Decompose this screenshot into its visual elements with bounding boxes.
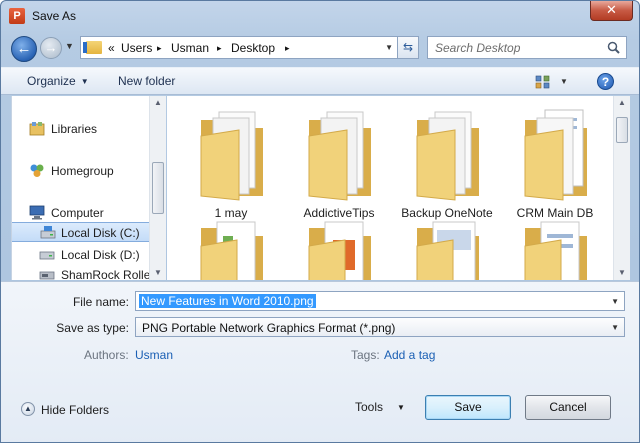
computer-icon [29,205,45,220]
title-bar: P Save As ✕ [1,1,639,31]
authors-value[interactable]: Usman [135,348,173,362]
tools-button[interactable]: Tools ▼ [355,400,405,414]
nav-item-computer[interactable]: Computer [12,203,152,223]
help-icon[interactable]: ? [597,73,614,90]
nav-item-label: Local Disk (C:) [61,226,140,240]
chevron-down-icon[interactable]: ▼ [611,297,619,306]
powerpoint-app-icon: P [9,8,25,24]
file-name-input[interactable]: New Features in Word 2010.png ▼ [135,291,625,311]
save-as-type-label: Save as type: [56,321,129,335]
folder-icon [416,221,479,280]
organize-label: Organize [27,74,76,88]
drive-c-icon [40,226,56,239]
file-list: 1 may AddictiveTips Backup OneNote CRM M… [167,96,613,280]
folder-item-1-may[interactable]: 1 may [179,100,283,228]
address-segment-users[interactable]: Users [121,41,152,55]
chevron-down-icon[interactable]: ▼ [611,323,619,332]
file-name-value[interactable]: New Features in Word 2010.png [139,294,316,308]
refresh-button[interactable]: ⇆ [397,36,419,59]
nav-item-label: Libraries [51,122,98,136]
navigation-pane: Libraries Homegroup Computer Local Disk … [11,96,166,280]
nav-item-label: Computer [51,206,104,220]
save-as-type-value: PNG Portable Network Graphics Format (*.… [142,321,396,335]
chevron-right-icon[interactable]: ▸ [285,43,290,54]
homegroup-icon [30,164,44,177]
address-segment-usman[interactable]: Usman [171,41,209,55]
folder-item[interactable] [287,216,391,280]
search-placeholder: Search Desktop [435,41,521,55]
new-folder-button[interactable]: New folder [118,74,175,88]
address-overflow[interactable]: « [108,41,115,55]
scroll-up-icon[interactable]: ▲ [154,98,162,107]
folder-icon [416,111,479,201]
folder-item[interactable] [503,216,607,280]
nav-item-homegroup[interactable]: Homegroup [12,161,152,181]
authors-label: Authors: [84,348,129,362]
scroll-down-icon[interactable]: ▼ [618,268,626,277]
folder-item-addictivetips[interactable]: AddictiveTips [287,100,391,228]
forward-arrow-icon: → [44,40,58,55]
change-view-icon[interactable] [535,75,550,89]
nav-item-shamrock-roller[interactable]: ShamRock Roller [12,265,155,280]
search-box[interactable]: Search Desktop [427,36,627,59]
libraries-icon [29,122,45,136]
address-bar[interactable]: « Users ▸ Usman ▸ Desktop ▸ ▼ [80,36,418,59]
hide-folders-label: Hide Folders [41,403,110,417]
address-history-dropdown[interactable]: ▼ [385,43,393,52]
back-arrow-icon: ← [16,40,32,57]
chevron-down-icon: ▼ [80,77,89,86]
folder-icon [308,221,371,280]
save-button[interactable]: Save [425,395,511,420]
recent-pages-dropdown[interactable]: ▼ [65,41,74,51]
nav-item-local-disk-c[interactable]: Local Disk (C:) [12,222,153,242]
nav-item-local-disk-d[interactable]: Local Disk (D:) [12,245,152,265]
chevron-down-icon: ▼ [397,403,405,412]
nav-item-label: Local Disk (D:) [61,248,140,262]
folder-icon [524,109,587,201]
folder-item[interactable] [395,216,499,280]
chevron-up-icon: ▲ [21,402,35,416]
folder-icon [524,221,587,280]
scroll-down-icon[interactable]: ▼ [154,268,162,277]
folder-item-crm-main-db[interactable]: CRM Main DB [503,100,607,228]
tags-label: Tags: [351,348,380,362]
organize-button[interactable]: Organize ▼ [27,74,89,88]
folder-icon [200,221,263,280]
tools-label: Tools [355,400,384,414]
close-button[interactable]: ✕ [590,1,633,21]
forward-button[interactable]: → [40,37,62,59]
refresh-icon: ⇆ [402,40,414,54]
nav-item-label: ShamRock Roller [61,268,155,280]
scrollbar-thumb[interactable] [152,162,164,214]
removable-drive-icon [39,271,55,280]
scroll-up-icon[interactable]: ▲ [618,98,626,107]
folder-icon [308,111,371,201]
folder-icon [83,41,102,54]
address-segment-desktop[interactable]: Desktop [231,41,275,55]
cancel-button[interactable]: Cancel [525,395,611,420]
folder-icon [200,111,263,201]
folder-item[interactable] [179,216,283,280]
drive-d-icon [39,251,55,260]
nav-item-libraries[interactable]: Libraries [12,119,152,139]
file-name-label: File name: [72,295,129,309]
chevron-right-icon[interactable]: ▸ [217,43,222,54]
window-title: Save As [32,9,77,23]
scrollbar-thumb[interactable] [616,117,628,143]
close-icon: ✕ [606,2,617,17]
command-bar: Organize ▼ New folder ▼ ? [1,67,639,95]
add-tag-link[interactable]: Add a tag [384,348,435,362]
save-as-type-select[interactable]: PNG Portable Network Graphics Format (*.… [135,317,625,337]
search-icon[interactable] [607,41,620,54]
folder-item-backup-onenote[interactable]: Backup OneNote [395,100,499,228]
chevron-right-icon[interactable]: ▸ [157,43,162,54]
save-as-dialog: P Save As ✕ ← → ▼ « Users ▸ Usman ▸ Desk… [0,0,640,443]
back-button[interactable]: ← [11,36,37,62]
nav-item-label: Homegroup [51,164,114,178]
navigation-pane-scrollbar[interactable]: ▲ ▼ [149,96,166,280]
view-options-dropdown[interactable]: ▼ [560,77,568,86]
file-list-scrollbar[interactable]: ▲ ▼ [613,96,630,280]
